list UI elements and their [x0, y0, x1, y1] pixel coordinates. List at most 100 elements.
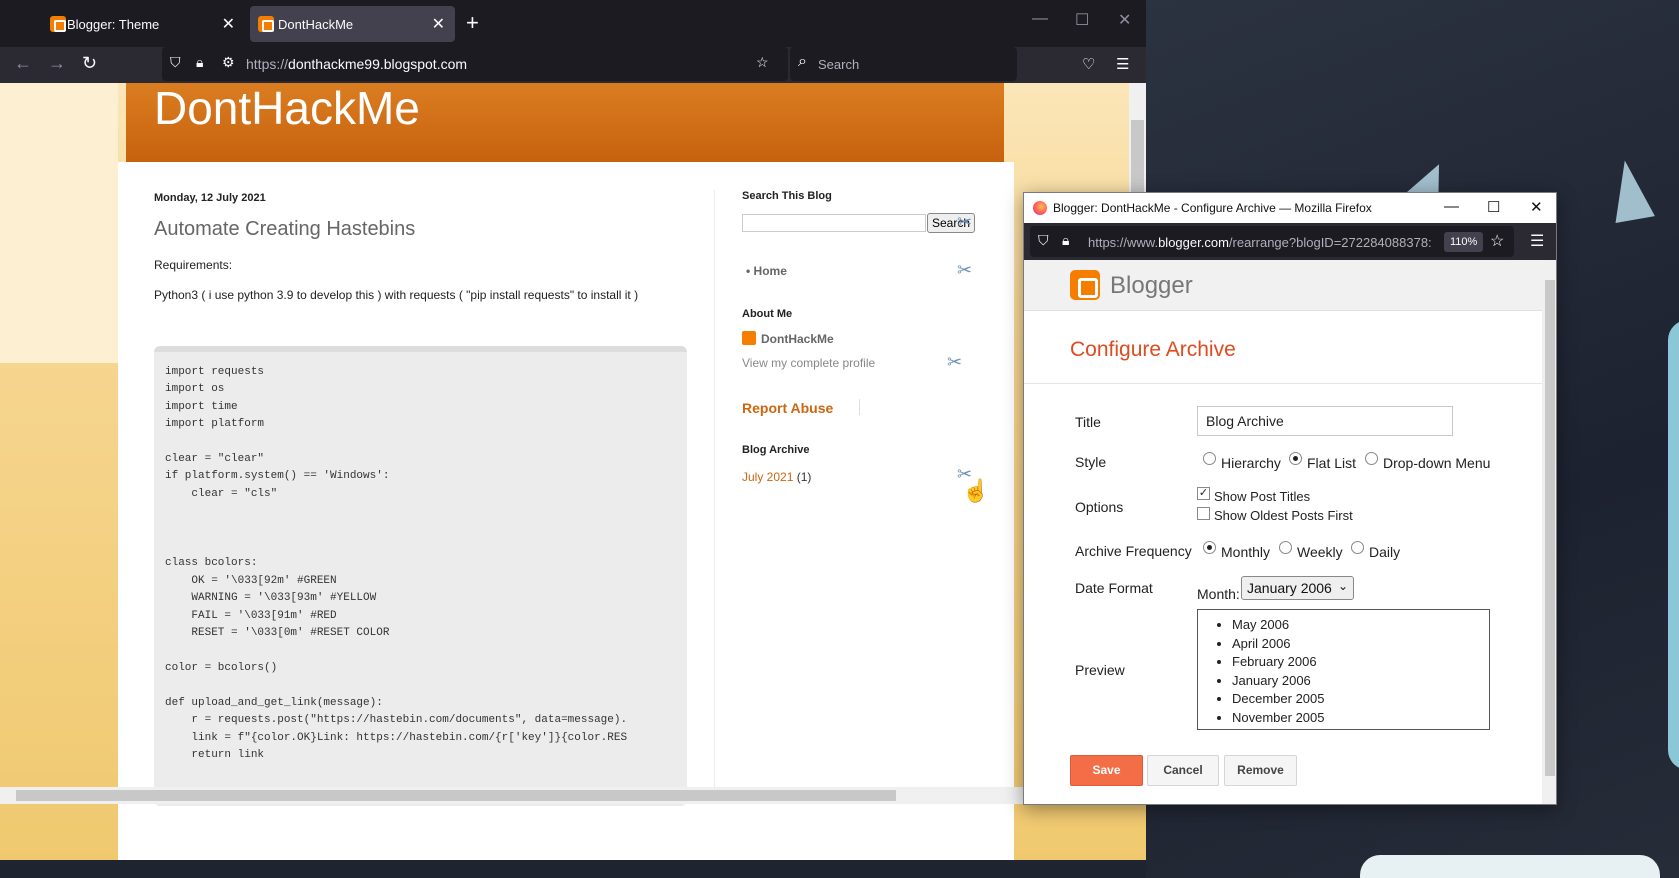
popup-content: Blogger Configure Archive Title Blog Arc… — [1024, 260, 1542, 804]
popup-url-text[interactable]: https://www.blogger.com/rearrange?blogID… — [1088, 235, 1438, 250]
column-divider — [714, 190, 715, 790]
bookmark-star-icon[interactable]: ☆ — [756, 54, 769, 71]
archive-frequency-label: Archive Frequency — [1075, 543, 1192, 559]
horizontal-scroll-thumb[interactable] — [16, 790, 896, 801]
popup-titlebar: Blogger: DontHackMe - Configure Archive … — [1024, 193, 1556, 223]
blog-search-input[interactable] — [742, 214, 926, 232]
lock-icon[interactable]: 🔒︎ — [1062, 232, 1069, 249]
lock-icon[interactable]: 🔒︎ — [196, 54, 203, 71]
style-dropdown-radio[interactable] — [1365, 452, 1378, 465]
back-icon[interactable]: ← — [14, 53, 32, 74]
close-tab-icon[interactable]: ✕ — [432, 14, 445, 34]
title-input[interactable]: Blog Archive — [1197, 406, 1453, 436]
blogger-brand: Blogger — [1110, 272, 1193, 299]
archive-preview: May 2006 April 2006 February 2006 Januar… — [1197, 609, 1490, 730]
wallpaper-shape — [1668, 320, 1679, 770]
frequency-monthly-radio[interactable] — [1203, 541, 1216, 554]
minimize-icon[interactable]: — — [1032, 10, 1048, 28]
show-oldest-first-checkbox[interactable] — [1197, 507, 1210, 520]
home-link[interactable]: • Home — [746, 264, 787, 278]
firefox-icon — [1033, 201, 1047, 215]
main-browser-window: Blogger: Theme ✕ DontHackMe ✕ + — ☐ ✕ ← … — [0, 0, 1146, 860]
menu-icon[interactable]: ☰ — [1116, 55, 1129, 73]
requirements-text: Python3 ( i use python 3.9 to develop th… — [154, 288, 639, 302]
zoom-level[interactable]: 110% — [1444, 232, 1484, 252]
minimize-icon[interactable]: — — [1444, 198, 1459, 215]
tab-label: DontHackMe — [278, 17, 354, 32]
preview-item: February 2006 — [1232, 653, 1325, 672]
maximize-icon[interactable]: ☐ — [1075, 10, 1089, 30]
page-background — [0, 83, 118, 363]
close-tab-icon[interactable]: ✕ — [222, 14, 235, 34]
preview-item: May 2006 — [1232, 616, 1325, 635]
new-tab-icon[interactable]: + — [466, 10, 479, 36]
tab-donthackme[interactable]: DontHackMe ✕ — [250, 6, 455, 42]
archive-month-link[interactable]: July 2021 (1) — [742, 470, 811, 484]
remove-button[interactable]: Remove — [1224, 755, 1297, 786]
menu-icon[interactable]: ☰ — [1530, 231, 1544, 251]
show-post-titles-checkbox[interactable]: ✓ — [1197, 487, 1210, 500]
edit-gadget-icon[interactable]: ✂ — [957, 260, 972, 281]
preview-item: December 2005 — [1232, 690, 1325, 709]
permissions-icon[interactable]: ⚙ — [222, 54, 235, 71]
blogger-profile-icon — [742, 331, 756, 345]
blog-title[interactable]: DontHackMe — [154, 83, 420, 135]
preview-item: April 2006 — [1232, 635, 1325, 654]
page-viewport: DontHackMe Monday, 12 July 2021 Automate… — [0, 83, 1146, 860]
bookmark-star-icon[interactable]: ☆ — [1490, 231, 1504, 251]
tab-bar: Blogger: Theme ✕ DontHackMe ✕ + — ☐ ✕ — [0, 0, 1146, 47]
popup-scroll-thumb[interactable] — [1545, 280, 1555, 776]
search-heading: Search This Blog — [742, 190, 832, 202]
search-bar[interactable]: ⌕ Search — [790, 47, 1017, 81]
nav-toolbar: ← → ↻ ⛉ 🔒︎ ⚙ https://donthackme99.blogsp… — [0, 47, 1146, 83]
maximize-icon[interactable]: ☐ — [1487, 198, 1500, 216]
configure-archive-heading: Configure Archive — [1070, 338, 1236, 361]
edit-gadget-icon[interactable]: ✂ — [947, 352, 962, 373]
tab-blogger-theme[interactable]: Blogger: Theme ✕ — [0, 6, 245, 42]
frequency-option-label: Monthly — [1221, 544, 1271, 560]
preview-label: Preview — [1075, 662, 1125, 678]
url-bar[interactable]: ⛉ 🔒︎ ⚙ https://donthackme99.blogspot.com… — [162, 47, 788, 81]
frequency-daily-radio[interactable] — [1351, 541, 1364, 554]
view-profile-link[interactable]: View my complete profile — [742, 356, 875, 370]
report-abuse-link[interactable]: Report Abuse — [742, 400, 833, 416]
options-label: Options — [1075, 499, 1124, 515]
blogger-favicon-icon — [258, 16, 274, 32]
style-option-label: Drop-down Menu — [1383, 455, 1491, 471]
code-block: import requests import os import time im… — [154, 346, 687, 806]
shield-icon[interactable]: ⛉ — [1038, 232, 1049, 249]
frequency-weekly-radio[interactable] — [1279, 541, 1292, 554]
blogger-logo-icon — [1070, 270, 1100, 300]
archive-heading: Blog Archive — [742, 444, 810, 456]
save-button[interactable]: Save — [1070, 755, 1143, 786]
post-title[interactable]: Automate Creating Hastebins — [154, 218, 415, 241]
url-text[interactable]: https://donthackme99.blogspot.com — [246, 56, 467, 72]
popup-url-field[interactable]: ⛉ 🔒︎ https://www.blogger.com/rearrange?b… — [1030, 226, 1514, 257]
preview-item: November 2005 — [1232, 709, 1325, 728]
forward-icon[interactable]: → — [48, 53, 66, 74]
popup-urlbar: ⛉ 🔒︎ https://www.blogger.com/rearrange?b… — [1024, 223, 1556, 260]
cancel-button[interactable]: Cancel — [1147, 755, 1219, 786]
pocket-icon[interactable]: ♡ — [1082, 55, 1095, 73]
close-window-icon[interactable]: ✕ — [1118, 10, 1131, 30]
edit-gadget-icon[interactable]: ✂ — [957, 212, 972, 233]
close-window-icon[interactable]: ✕ — [1530, 198, 1543, 216]
frequency-option-label: Weekly — [1297, 544, 1343, 560]
tab-label: Blogger: Theme — [67, 17, 160, 32]
chevron-down-icon: ⌄ — [1337, 579, 1348, 593]
blogger-favicon-icon — [50, 16, 66, 32]
style-hierarchy-radio[interactable] — [1203, 452, 1216, 465]
reload-icon[interactable]: ↻ — [82, 53, 97, 74]
style-option-label: Hierarchy — [1221, 455, 1281, 471]
title-label: Title — [1075, 414, 1101, 430]
month-format-select[interactable]: January 2006 ⌄ — [1241, 576, 1354, 600]
profile-name-link[interactable]: DontHackMe — [761, 332, 834, 346]
wallpaper-shape — [1360, 855, 1660, 878]
style-flat-list-radio[interactable] — [1289, 452, 1302, 465]
search-placeholder: Search — [818, 57, 860, 72]
date-format-label: Date Format — [1075, 580, 1153, 596]
post-date: Monday, 12 July 2021 — [154, 192, 266, 204]
shield-icon[interactable]: ⛉ — [170, 54, 181, 71]
search-icon: ⌕ — [798, 53, 807, 70]
requirements-label: Requirements: — [154, 258, 233, 272]
